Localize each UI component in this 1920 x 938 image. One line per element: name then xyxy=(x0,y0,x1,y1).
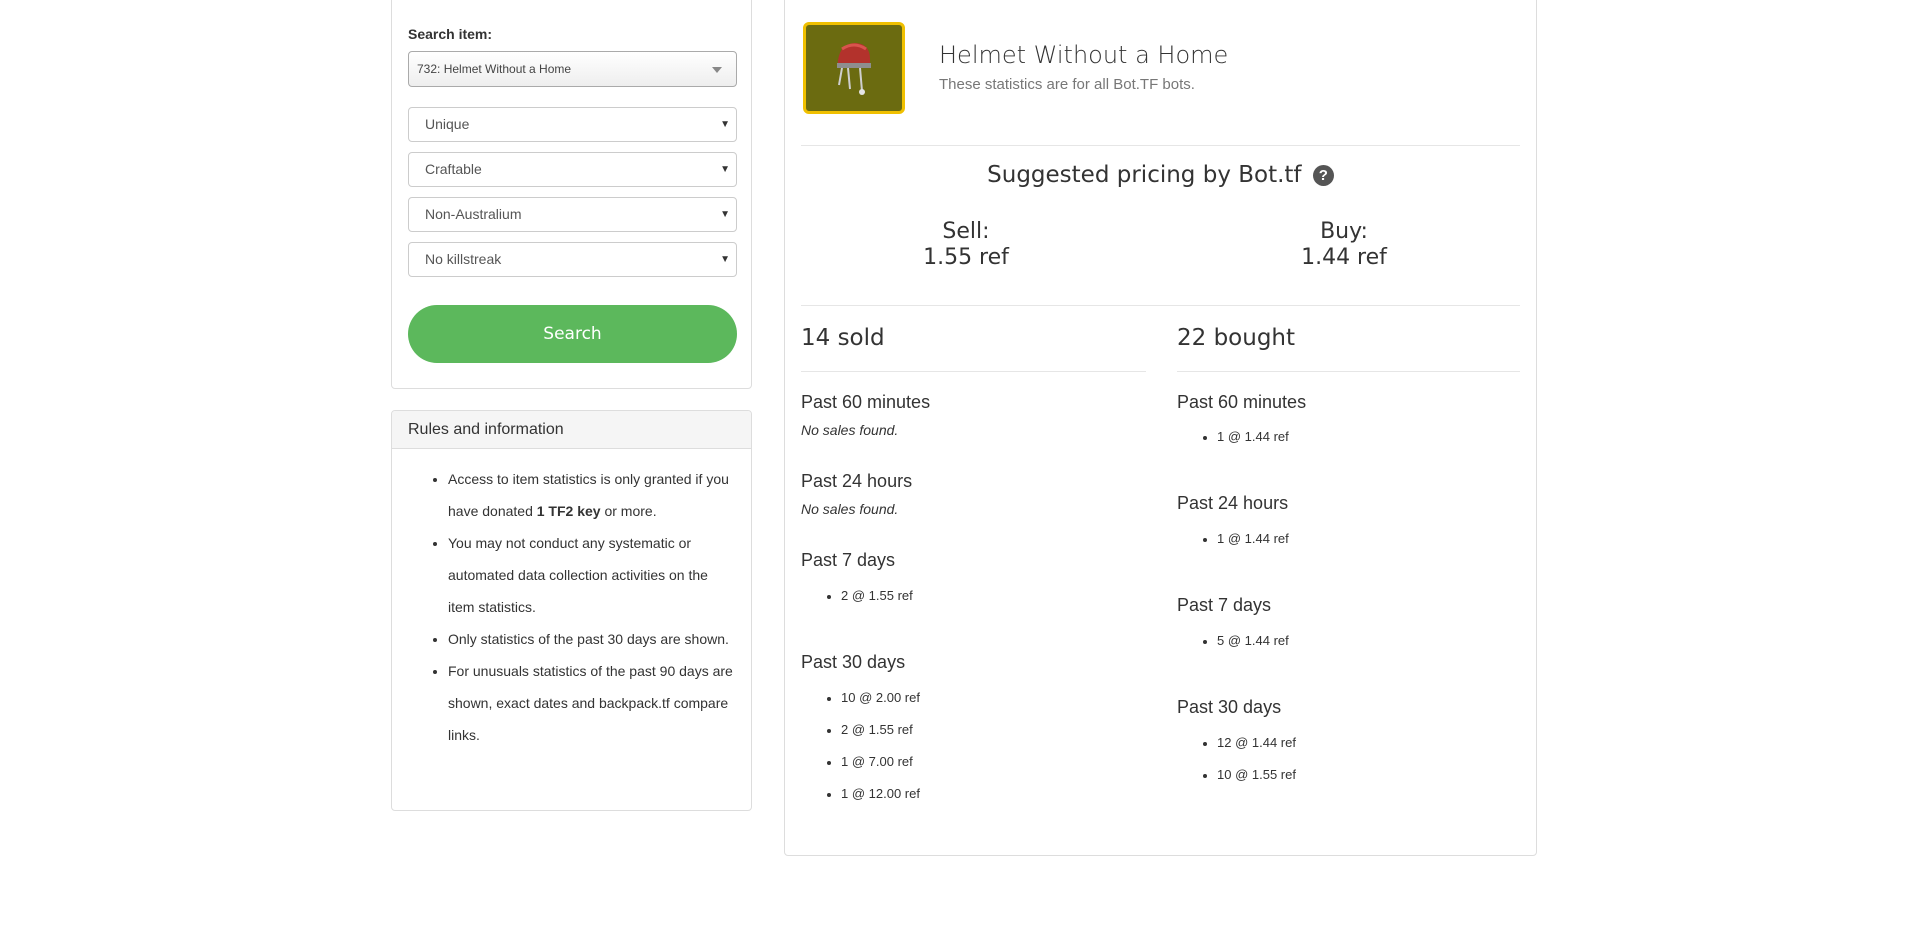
rules-heading: Rules and information xyxy=(392,411,751,449)
rule-bold-text: 1 TF2 key xyxy=(536,503,601,519)
divider xyxy=(1177,371,1520,372)
caret-down-icon: ▼ xyxy=(720,209,730,220)
item-subtitle: These statistics are for all Bot.TF bots… xyxy=(939,76,1195,93)
rule-item: Only statistics of the past 30 days are … xyxy=(448,623,735,655)
question-circle-icon[interactable]: ? xyxy=(1312,165,1334,186)
list-item: 1 @ 12.00 ref xyxy=(827,786,920,801)
list-item: 2 @ 1.55 ref xyxy=(827,588,913,603)
sell-price: Sell: 1.55 ref xyxy=(816,219,1116,271)
list-item: 5 @ 1.44 ref xyxy=(1203,633,1289,648)
list-item: 10 @ 2.00 ref xyxy=(827,690,920,705)
sold-past-7-days-heading: Past 7 days xyxy=(801,550,896,570)
bought-past-24-hours-heading: Past 24 hours xyxy=(1177,493,1289,513)
divider xyxy=(801,145,1520,146)
list-item: 1 @ 1.44 ref xyxy=(1203,531,1289,546)
killstreak-select[interactable]: No killstreak ▼ xyxy=(408,242,737,277)
craftable-select[interactable]: Craftable ▼ xyxy=(408,152,737,187)
sell-value: 1.55 ref xyxy=(923,245,1009,270)
bought-past-60-minutes-heading: Past 60 minutes xyxy=(1177,392,1307,412)
sell-label: Sell: xyxy=(942,219,990,244)
rules-panel: Rules and information Access to item sta… xyxy=(391,410,752,811)
list-item: 1 @ 1.44 ref xyxy=(1203,429,1289,444)
bought-past-7-days-heading: Past 7 days xyxy=(1177,595,1272,615)
item-title: Helmet Without a Home xyxy=(939,41,1229,69)
list-item: 1 @ 7.00 ref xyxy=(827,754,913,769)
caret-down-icon: ▼ xyxy=(720,119,730,130)
australium-select-value: Non-Australium xyxy=(425,206,522,222)
buy-value: 1.44 ref xyxy=(1301,245,1387,270)
list-item: 10 @ 1.55 ref xyxy=(1203,767,1296,782)
caret-down-icon: ▼ xyxy=(720,164,730,175)
bought-count: 22 bought xyxy=(1177,325,1296,351)
item-select-value: 732: Helmet Without a Home xyxy=(417,62,572,76)
rule-item: Access to item statistics is only grante… xyxy=(448,463,735,527)
australium-select[interactable]: Non-Australium ▼ xyxy=(408,197,737,232)
sold-past-60-minutes-heading: Past 60 minutes xyxy=(801,392,931,412)
sold-count: 14 sold xyxy=(801,325,885,351)
quality-select-value: Unique xyxy=(425,116,470,132)
list-item: 2 @ 1.55 ref xyxy=(827,722,913,737)
sold-past-24-hours-heading: Past 24 hours xyxy=(801,471,913,491)
rules-list: Access to item statistics is only grante… xyxy=(392,449,751,751)
caret-down-icon: ▼ xyxy=(720,254,730,265)
search-button[interactable]: Search xyxy=(408,305,737,363)
helmet-icon xyxy=(837,43,871,95)
rule-item: You may not conduct any systematic or au… xyxy=(448,527,735,623)
statistics-panel: Helmet Without a Home These statistics a… xyxy=(784,0,1537,856)
bought-past-30-days-heading: Past 30 days xyxy=(1177,697,1282,717)
craftable-select-value: Craftable xyxy=(425,161,482,177)
rule-text: or more. xyxy=(600,503,657,519)
search-panel: Search item: 732: Helmet Without a Home … xyxy=(391,0,752,389)
chevron-down-icon xyxy=(712,67,722,73)
sold-past-24-hours-empty: No sales found. xyxy=(801,501,899,517)
item-image xyxy=(803,22,905,114)
search-item-label: Search item: xyxy=(408,26,493,42)
pricing-title-text: Suggested pricing by Bot.tf xyxy=(987,162,1302,188)
divider xyxy=(801,371,1146,372)
killstreak-select-value: No killstreak xyxy=(425,251,502,267)
pricing-title: Suggested pricing by Bot.tf ? xyxy=(785,162,1536,188)
divider xyxy=(801,305,1520,306)
buy-price: Buy: 1.44 ref xyxy=(1194,219,1494,271)
buy-label: Buy: xyxy=(1320,219,1368,244)
list-item: 12 @ 1.44 ref xyxy=(1203,735,1296,750)
item-select[interactable]: 732: Helmet Without a Home xyxy=(408,51,737,87)
sold-past-30-days-heading: Past 30 days xyxy=(801,652,906,672)
sold-past-60-minutes-empty: No sales found. xyxy=(801,422,899,438)
quality-select[interactable]: Unique ▼ xyxy=(408,107,737,142)
rule-item: For unusuals statistics of the past 90 d… xyxy=(448,655,735,751)
